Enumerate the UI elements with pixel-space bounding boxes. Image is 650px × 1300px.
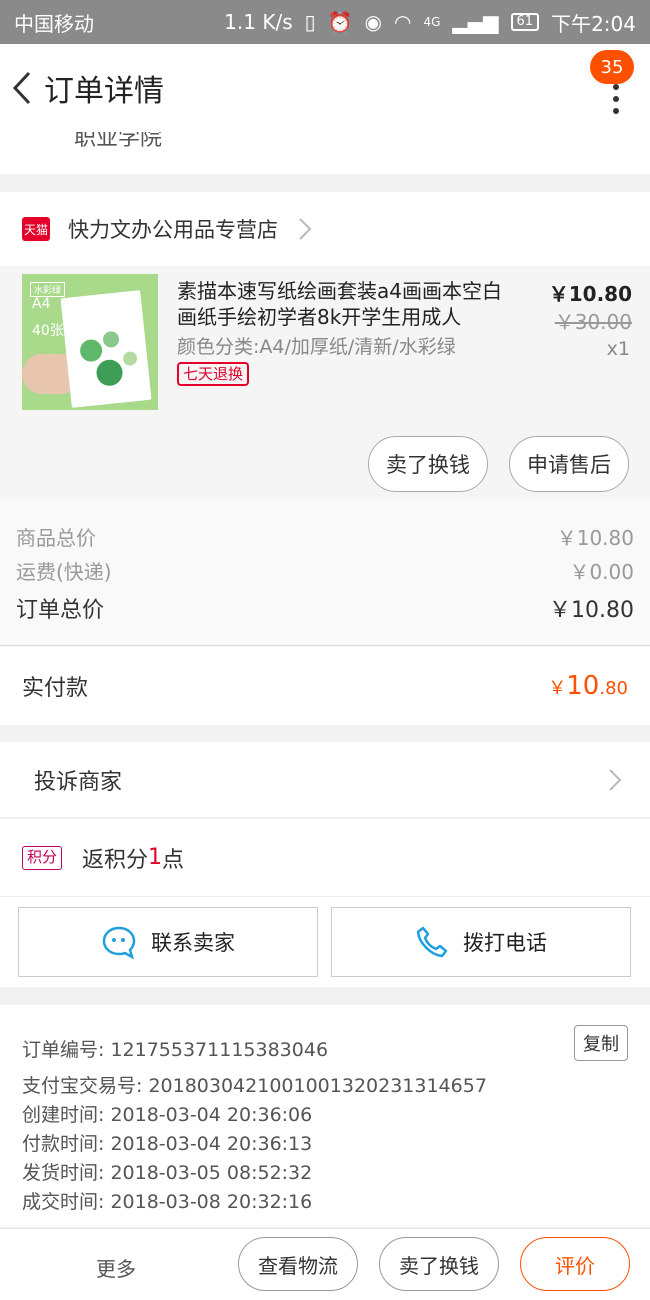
paid-time: 付款时间: 2018-03-04 20:36:13 <box>22 1133 313 1155</box>
paid-integer: 10 <box>566 671 600 701</box>
order-total-label: 订单总价 <box>16 598 105 623</box>
more-menu-icon[interactable] <box>612 84 620 114</box>
network-speed: 1.1 K/s <box>224 10 293 34</box>
call-phone-button[interactable]: 拨打电话 <box>331 907 631 977</box>
review-button[interactable]: 评价 <box>520 1237 630 1291</box>
shipped-time: 发货时间: 2018-03-05 08:52:32 <box>22 1162 313 1184</box>
app-bar: 订单详情 35 <box>0 44 650 132</box>
alarm-icon: ⏰ <box>327 10 353 34</box>
shipping-label: 运费(快递) <box>16 560 112 584</box>
battery-icon: 61 <box>510 13 540 31</box>
complain-label: 投诉商家 <box>34 769 123 795</box>
shop-name: 快力文办公用品专营店 <box>68 218 278 242</box>
paid-label: 实付款 <box>22 676 89 701</box>
clock: 下午2:04 <box>551 11 636 36</box>
address-section: 职业学院 <box>0 132 650 174</box>
product-image-pages: 40张 <box>32 323 64 339</box>
goods-total-label: 商品总价 <box>16 526 96 550</box>
product-title[interactable]: 素描本速写纸绘画套装a4画画本空白画纸手绘初学者8k开学生用成人 <box>177 278 512 330</box>
signal-icon: ▂▄▆ <box>452 10 499 34</box>
contact-section: 联系卖家 拨打电话 <box>0 897 650 987</box>
page-title: 订单详情 <box>44 74 164 109</box>
points-count: 1 <box>148 845 163 870</box>
after-sales-button[interactable]: 申请售后 <box>509 436 629 492</box>
original-price: ￥30.00 <box>554 310 632 334</box>
call-phone-label: 拨打电话 <box>463 931 547 955</box>
goods-total-value: ￥10.80 <box>556 526 634 550</box>
points-row: 积分 返积分 1 点 <box>0 819 650 897</box>
paid-decimal: .80 <box>599 678 628 699</box>
product-image[interactable]: 水彩绿 A4 40张 <box>22 274 158 410</box>
paid-amount: ￥10.80 <box>548 671 628 701</box>
status-bar: 中国移动 1.1 K/s ▯ ⏰ ◉ ◠ 4G ▂▄▆ 61 下午2:04 <box>0 0 650 44</box>
resell-button[interactable]: 卖了换钱 <box>368 436 488 492</box>
status-icons: 1.1 K/s ▯ ⏰ ◉ ◠ 4G ▂▄▆ 61 下午2:04 <box>224 8 636 37</box>
created-time: 创建时间: 2018-03-04 20:36:06 <box>22 1104 313 1126</box>
order-total-row: 订单总价 ￥10.80 <box>16 592 634 624</box>
product-quantity: x1 <box>606 338 630 360</box>
product-spec: 颜色分类:A4/加厚纸/清新/水彩绿 <box>177 336 456 358</box>
price-summary: 商品总价 ￥10.80 运费(快递) ￥0.00 订单总价 ￥10.80 <box>0 498 650 646</box>
tmall-icon: 天猫 <box>22 217 50 241</box>
product-price: ￥10.80 <box>548 282 632 306</box>
shipping-value: ￥0.00 <box>569 560 634 584</box>
complain-seller-row[interactable]: 投诉商家 <box>0 742 650 818</box>
more-button[interactable]: 更多 <box>96 1253 136 1282</box>
paid-amount-row: 实付款 ￥10.80 <box>0 647 650 725</box>
eye-icon: ◉ <box>364 10 382 34</box>
product-image-size: A4 <box>32 296 51 312</box>
contact-seller-button[interactable]: 联系卖家 <box>18 907 318 977</box>
completed-time: 成交时间: 2018-03-08 20:32:16 <box>22 1191 313 1213</box>
wifi-icon: ◠ <box>393 10 412 34</box>
points-tag: 积分 <box>22 845 63 870</box>
paid-currency: ￥ <box>548 678 567 699</box>
chat-bubble-icon <box>102 926 136 959</box>
view-logistics-button[interactable]: 查看物流 <box>238 1237 358 1291</box>
vibrate-icon: ▯ <box>304 10 316 34</box>
goods-total-row: 商品总价 ￥10.80 <box>16 522 634 551</box>
message-badge: 35 <box>590 50 634 84</box>
sketchbook-illustration <box>60 290 152 408</box>
shipping-row: 运费(快递) ￥0.00 <box>16 556 634 585</box>
chevron-right-icon <box>609 769 622 791</box>
shop-row[interactable]: 天猫 快力文办公用品专营店 <box>0 192 650 266</box>
product-image-tag: 水彩绿 <box>30 282 66 297</box>
chevron-right-icon <box>299 218 312 240</box>
resell-bottom-button[interactable]: 卖了换钱 <box>379 1237 499 1291</box>
order-total-value: ￥10.80 <box>549 598 634 623</box>
back-arrow-icon[interactable] <box>2 44 42 132</box>
copy-button[interactable]: 复制 <box>574 1025 628 1061</box>
network-type: 4G <box>423 15 441 29</box>
address-text: 职业学院 <box>74 132 163 151</box>
points-prefix: 返积分 <box>82 847 149 873</box>
return-policy-badge: 七天退换 <box>177 362 250 386</box>
bottom-action-bar: 更多 查看物流 卖了换钱 评价 <box>0 1228 650 1300</box>
order-info: 订单编号: 121755371115383046 复制 支付宝交易号: 2018… <box>0 1005 650 1227</box>
order-number: 订单编号: 121755371115383046 <box>22 1039 329 1061</box>
phone-icon <box>416 926 448 958</box>
carrier-label: 中国移动 <box>14 11 94 36</box>
alipay-number: 支付宝交易号: 2018030421001001320231314657 <box>22 1075 487 1097</box>
product-item[interactable]: 水彩绿 A4 40张 素描本速写纸绘画套装a4画画本空白画纸手绘初学者8k开学生… <box>0 266 650 498</box>
points-suffix: 点 <box>162 847 185 873</box>
contact-seller-label: 联系卖家 <box>151 931 235 955</box>
